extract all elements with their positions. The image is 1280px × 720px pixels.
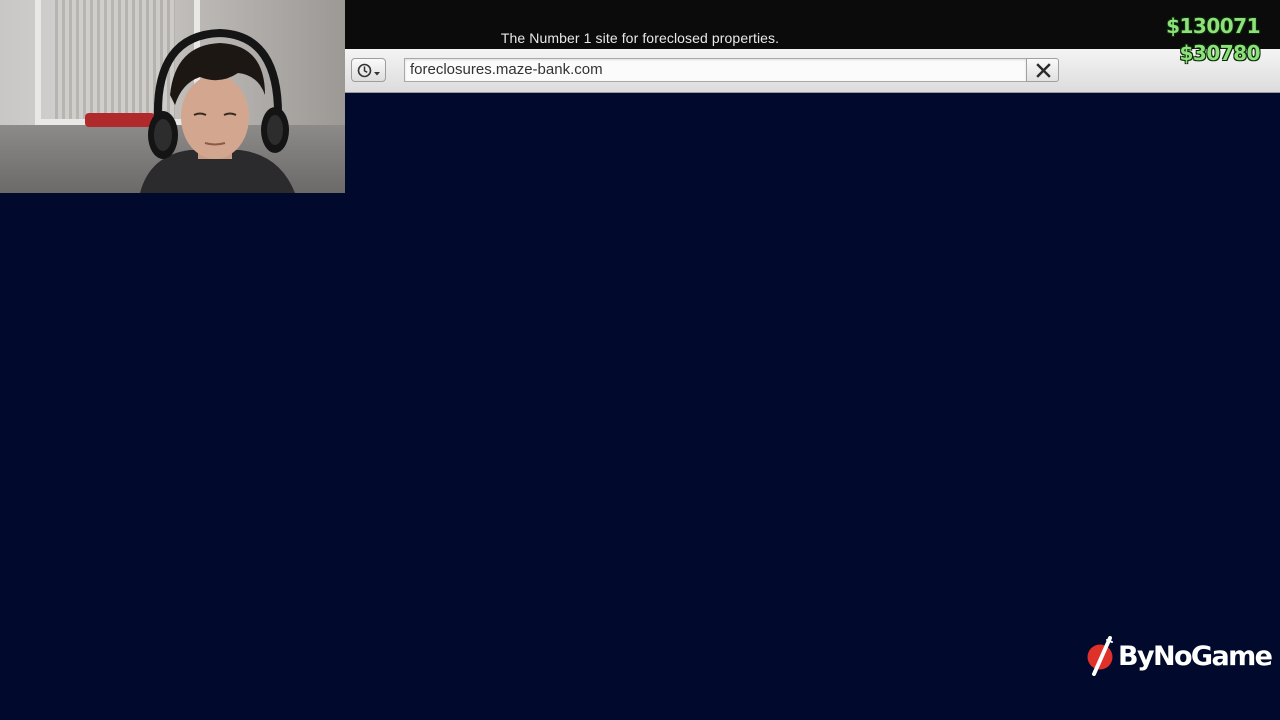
clock-dropdown-icon xyxy=(357,63,380,78)
streamer-figure xyxy=(140,28,295,193)
webcam-overlay xyxy=(0,0,345,193)
bynogame-watermark: ByNoGame xyxy=(1086,636,1273,676)
cash-balance: $130071 xyxy=(1166,14,1260,38)
history-button[interactable] xyxy=(351,58,386,82)
bynogame-logo-icon xyxy=(1087,636,1113,676)
close-icon xyxy=(1036,63,1051,78)
url-field[interactable]: foreclosures.maze-bank.com xyxy=(404,58,1026,82)
site-tagline: The Number 1 site for foreclosed propert… xyxy=(500,30,780,46)
game-screen: The Number 1 site for foreclosed propert… xyxy=(0,0,1280,720)
watermark-text: ByNoGame xyxy=(1118,640,1273,672)
browser-toolbar: foreclosures.maze-bank.com xyxy=(345,49,1280,93)
bank-balance: $30780 xyxy=(1179,41,1261,65)
close-button[interactable] xyxy=(1026,58,1059,82)
